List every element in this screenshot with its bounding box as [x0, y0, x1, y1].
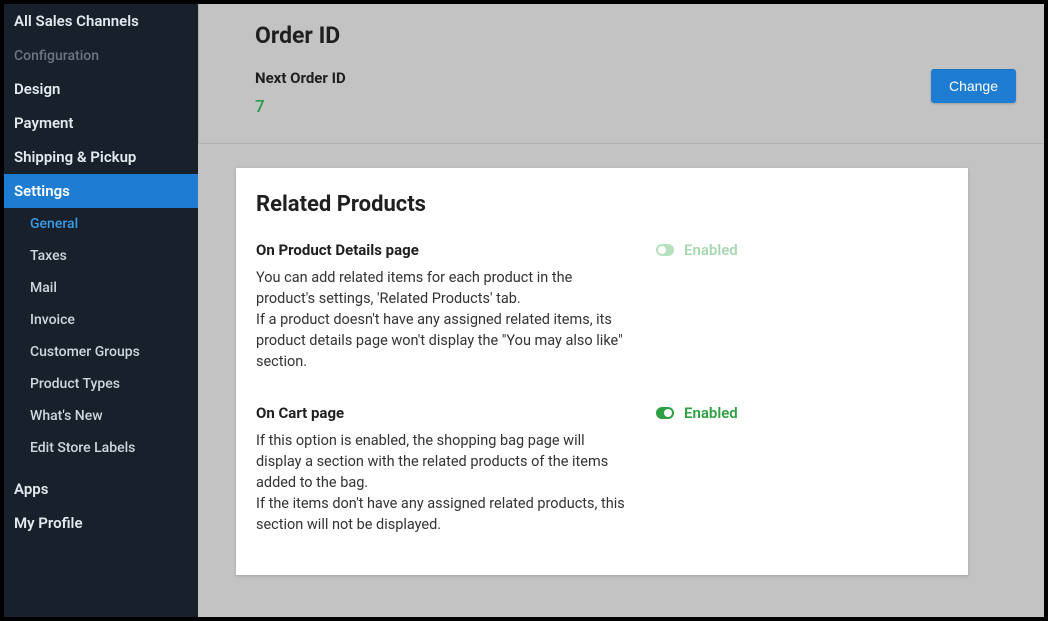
cart-page-toggle-label: Enabled	[684, 404, 738, 422]
next-order-id-label: Next Order ID	[255, 69, 891, 87]
related-cart-page-block: On Cart page If this option is enabled, …	[256, 404, 940, 535]
related-product-details-block: On Product Details page You can add rela…	[256, 241, 940, 372]
product-details-toggle[interactable]	[656, 244, 674, 256]
cart-page-toggle-wrap: Enabled	[656, 404, 940, 422]
cart-page-subtitle: On Cart page	[256, 404, 626, 422]
sidebar-item-apps[interactable]: Apps	[4, 472, 198, 506]
sidebar-subitem-customer-groups[interactable]: Customer Groups	[4, 336, 198, 368]
product-details-toggle-label: Enabled	[684, 241, 738, 259]
related-products-card: Related Products On Product Details page…	[236, 168, 968, 575]
sidebar-item-design[interactable]: Design	[4, 72, 198, 106]
app-frame: All Sales Channels Configuration Design …	[0, 0, 1048, 621]
sidebar: All Sales Channels Configuration Design …	[4, 4, 198, 617]
sidebar-subitem-product-types[interactable]: Product Types	[4, 368, 198, 400]
sidebar-item-my-profile[interactable]: My Profile	[4, 506, 198, 540]
related-products-title: Related Products	[256, 192, 940, 217]
change-button[interactable]: Change	[931, 69, 1016, 103]
next-order-id-value: 7	[255, 97, 891, 117]
cart-page-description: If this option is enabled, the shopping …	[256, 430, 626, 535]
sidebar-item-payment[interactable]: Payment	[4, 106, 198, 140]
sidebar-subitem-whats-new[interactable]: What's New	[4, 400, 198, 432]
sidebar-item-settings[interactable]: Settings	[4, 174, 198, 208]
sidebar-subitem-invoice[interactable]: Invoice	[4, 304, 198, 336]
sidebar-section-configuration: Configuration	[4, 38, 198, 72]
product-details-toggle-wrap: Enabled	[656, 241, 940, 259]
cart-page-toggle[interactable]	[656, 407, 674, 419]
product-details-subtitle: On Product Details page	[256, 241, 626, 259]
main-content: Order ID Next Order ID 7 Change Related …	[198, 4, 1044, 617]
sidebar-subitem-mail[interactable]: Mail	[4, 272, 198, 304]
order-id-card: Order ID Next Order ID 7 Change	[198, 4, 1044, 144]
product-details-description: You can add related items for each produ…	[256, 267, 626, 372]
order-id-title: Order ID	[255, 22, 1016, 49]
sidebar-subitem-taxes[interactable]: Taxes	[4, 240, 198, 272]
sidebar-subitem-general[interactable]: General	[4, 208, 198, 240]
sidebar-subitem-edit-store-labels[interactable]: Edit Store Labels	[4, 432, 198, 464]
sidebar-item-shipping-pickup[interactable]: Shipping & Pickup	[4, 140, 198, 174]
sidebar-item-all-sales-channels[interactable]: All Sales Channels	[4, 4, 198, 38]
